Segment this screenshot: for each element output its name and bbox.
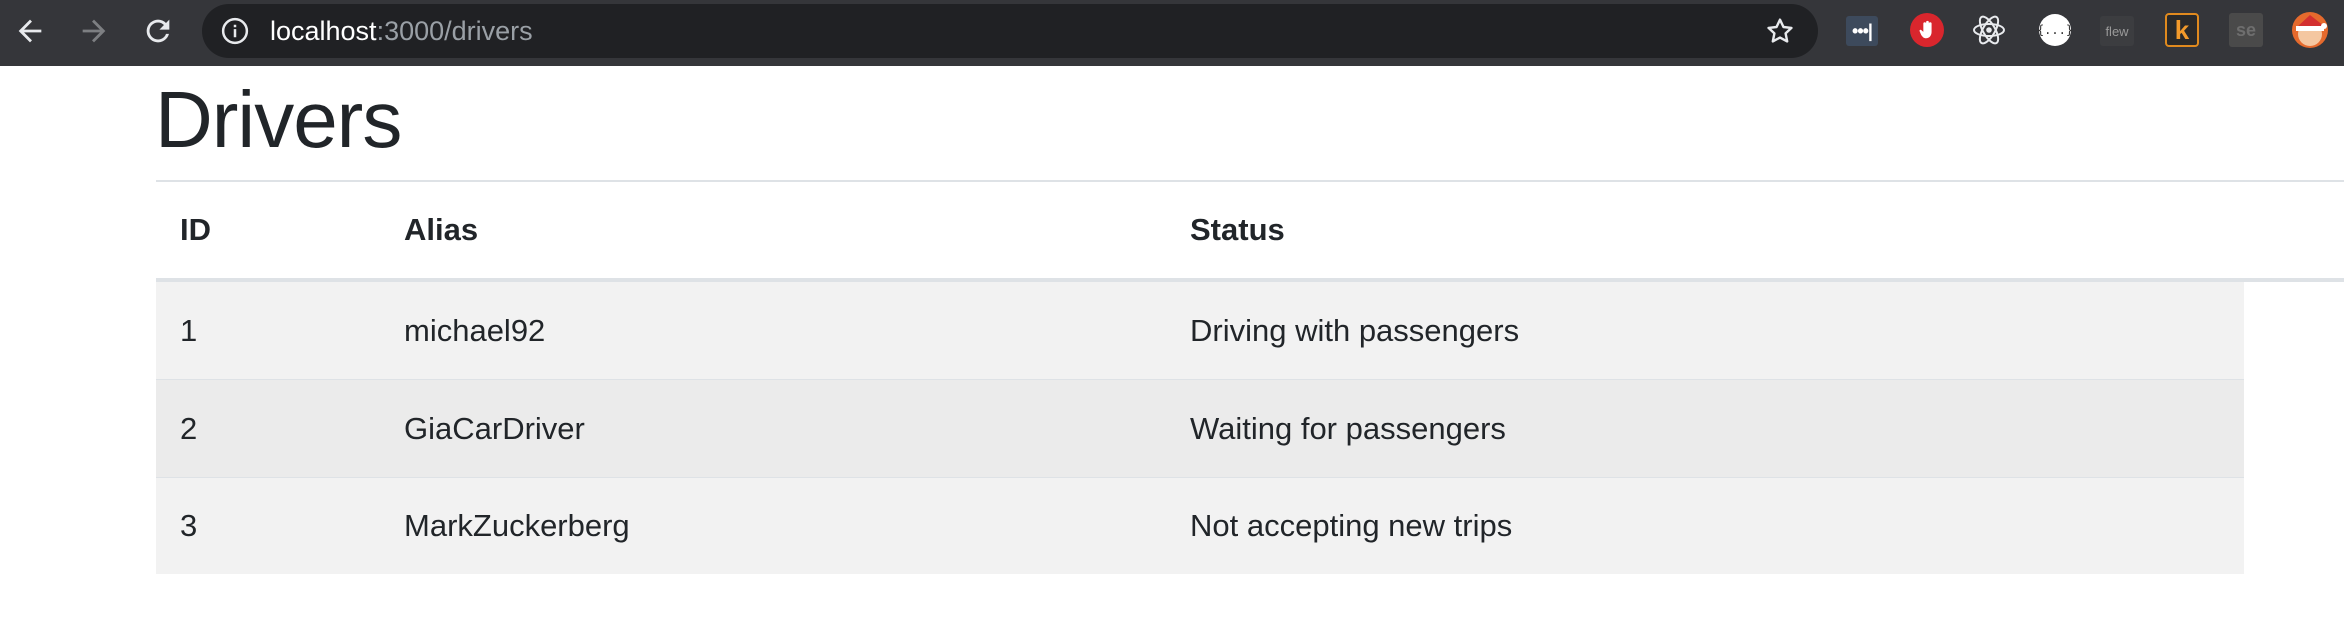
column-header-alias: Alias [404,212,479,247]
cell-alias: GiaCarDriver [404,410,585,446]
reload-button[interactable] [128,0,188,62]
browser-toolbar: localhost:3000/drivers •••| {...} flew k… [0,0,2344,66]
adblock-stop-icon[interactable] [1910,13,1944,47]
react-devtools-icon[interactable] [1970,11,2008,49]
cell-alias: michael92 [404,312,546,348]
cell-id: 3 [180,508,198,543]
info-icon[interactable] [220,16,250,46]
ublock-dots-icon[interactable]: •••| [1846,16,1878,46]
hand-icon [1919,20,1932,39]
column-header-id: ID [180,212,211,247]
table-row[interactable]: 3 MarkZuckerberg Not accepting new trips [156,478,2244,574]
k-extension-icon[interactable]: k [2165,13,2199,47]
profile-avatar-icon[interactable] [2292,12,2328,48]
table-header-row: ID Alias Status [156,182,2344,278]
url-host: localhost [270,16,377,46]
table-row[interactable]: 1 michael92 Driving with passengers [156,282,2244,380]
reload-icon [146,19,170,43]
forward-button[interactable] [64,0,124,62]
bookmark-star-icon[interactable] [1764,15,1796,47]
cell-status: Not accepting new trips [1190,508,1513,543]
cell-status: Driving with passengers [1190,312,1520,348]
page-title: Drivers [155,75,402,164]
cell-id: 2 [180,410,198,446]
cell-id: 1 [180,312,198,348]
drivers-table-body: 1 michael92 Driving with passengers 2 Gi… [156,282,2244,574]
cell-status: Waiting for passengers [1190,410,1506,446]
back-button[interactable] [0,0,60,62]
table-row[interactable]: 2 GiaCarDriver Waiting for passengers [156,380,2244,478]
column-header-status: Status [1190,212,1285,247]
address-bar[interactable]: localhost:3000/drivers [202,4,1818,58]
cell-alias: MarkZuckerberg [404,508,630,543]
arrow-right-icon [82,19,106,43]
json-viewer-icon[interactable]: {...} [2037,14,2073,46]
santa-hat-avatar-icon [2296,15,2327,46]
se-extension-icon[interactable]: se [2229,13,2263,47]
url-path: :3000/drivers [376,16,533,46]
flew-icon[interactable]: flew [2100,16,2134,46]
atom-icon [1973,15,2005,45]
url-text[interactable]: localhost:3000/drivers [270,4,533,58]
arrow-left-icon [18,19,42,43]
